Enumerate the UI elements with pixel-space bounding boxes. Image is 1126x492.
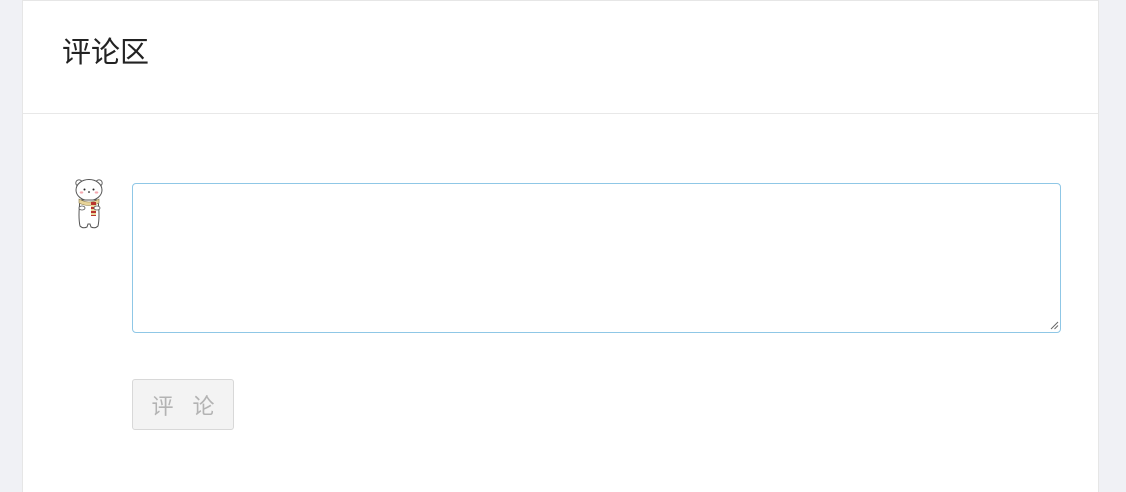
comment-input[interactable] [132,183,1061,333]
polar-bear-avatar-icon [75,179,103,229]
comment-section-card: 评论区 评 论 [22,0,1099,492]
comment-section-title: 评论区 [62,35,150,69]
submit-comment-button[interactable]: 评 论 [132,379,234,430]
comment-section-header: 评论区 [23,1,1098,114]
user-avatar [71,177,107,231]
resize-handle-icon[interactable] [1050,321,1059,330]
